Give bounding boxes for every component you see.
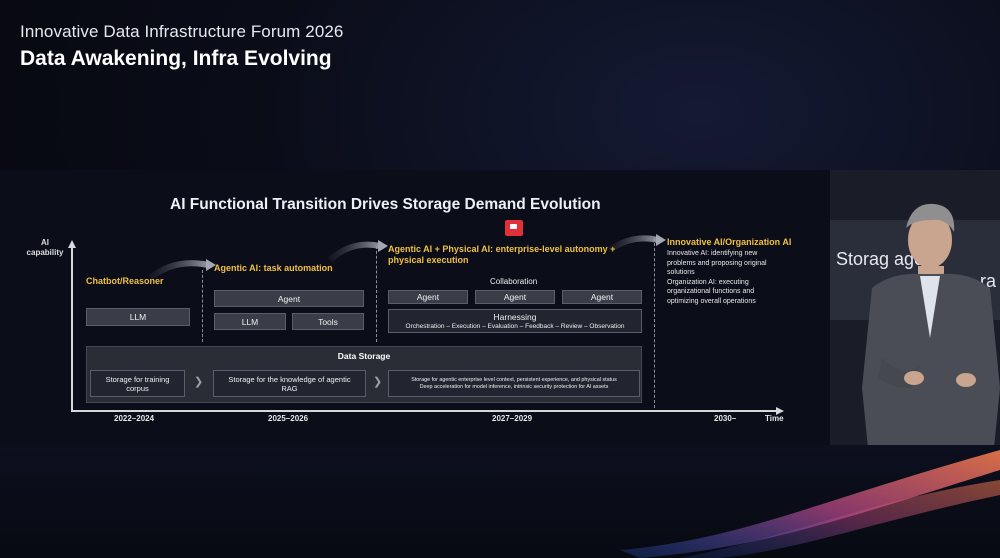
stage-label-chatbot: Chatbot/Reasoner	[86, 276, 164, 286]
decorative-ribbon	[620, 450, 1000, 558]
agent-box: Agent	[475, 290, 555, 304]
harnessing-title: Harnessing	[493, 312, 537, 322]
collaboration-label: Collaboration	[490, 277, 538, 286]
data-storage-title: Data Storage	[337, 351, 391, 361]
livestream-frame: Innovative Data Infrastructure Forum 202…	[0, 0, 1000, 558]
event-title: Innovative Data Infrastructure Forum 202…	[20, 22, 344, 41]
stage-label-agentic: Agentic AI: task automation	[214, 263, 333, 273]
agent-box: Agent	[388, 290, 468, 304]
speaker-figure	[862, 203, 1000, 445]
event-subtitle: Data Awakening, Infra Evolving	[20, 47, 332, 70]
chevron-right-icon: ❯	[373, 376, 383, 388]
tools-box: Tools	[292, 313, 364, 330]
llm-box: LLM	[86, 308, 190, 326]
storage-item-training-corpus: Storage for training corpus	[90, 370, 185, 397]
harnessing-detail: Orchestration – Execution – Evaluation –…	[405, 323, 625, 330]
red-flag-icon	[505, 220, 523, 236]
chevron-right-icon: ❯	[194, 376, 204, 388]
stage-label-innovative: Innovative AI/Organization AI	[667, 237, 792, 247]
presenter-video: Storag agent ra	[830, 170, 1000, 445]
llm-box: LLM	[214, 313, 286, 330]
stage-description-innovative: Innovative AI: identifying new problems …	[667, 250, 767, 305]
agent-box: Agent	[562, 290, 642, 304]
presentation-slide: AI Functional Transition Drives Storage …	[0, 170, 830, 445]
harnessing-box: Harnessing Orchestration – Execution – E…	[388, 309, 642, 333]
agent-box: Agent	[214, 290, 364, 307]
storage-item-enterprise-context: Storage for agentic enterprise level con…	[388, 370, 640, 397]
stage-label-physical: Agentic AI + Physical AI: enterprise-lev…	[388, 244, 616, 265]
storage-item-agentic-rag: Storage for the knowledge of agentic RAG	[213, 370, 366, 397]
